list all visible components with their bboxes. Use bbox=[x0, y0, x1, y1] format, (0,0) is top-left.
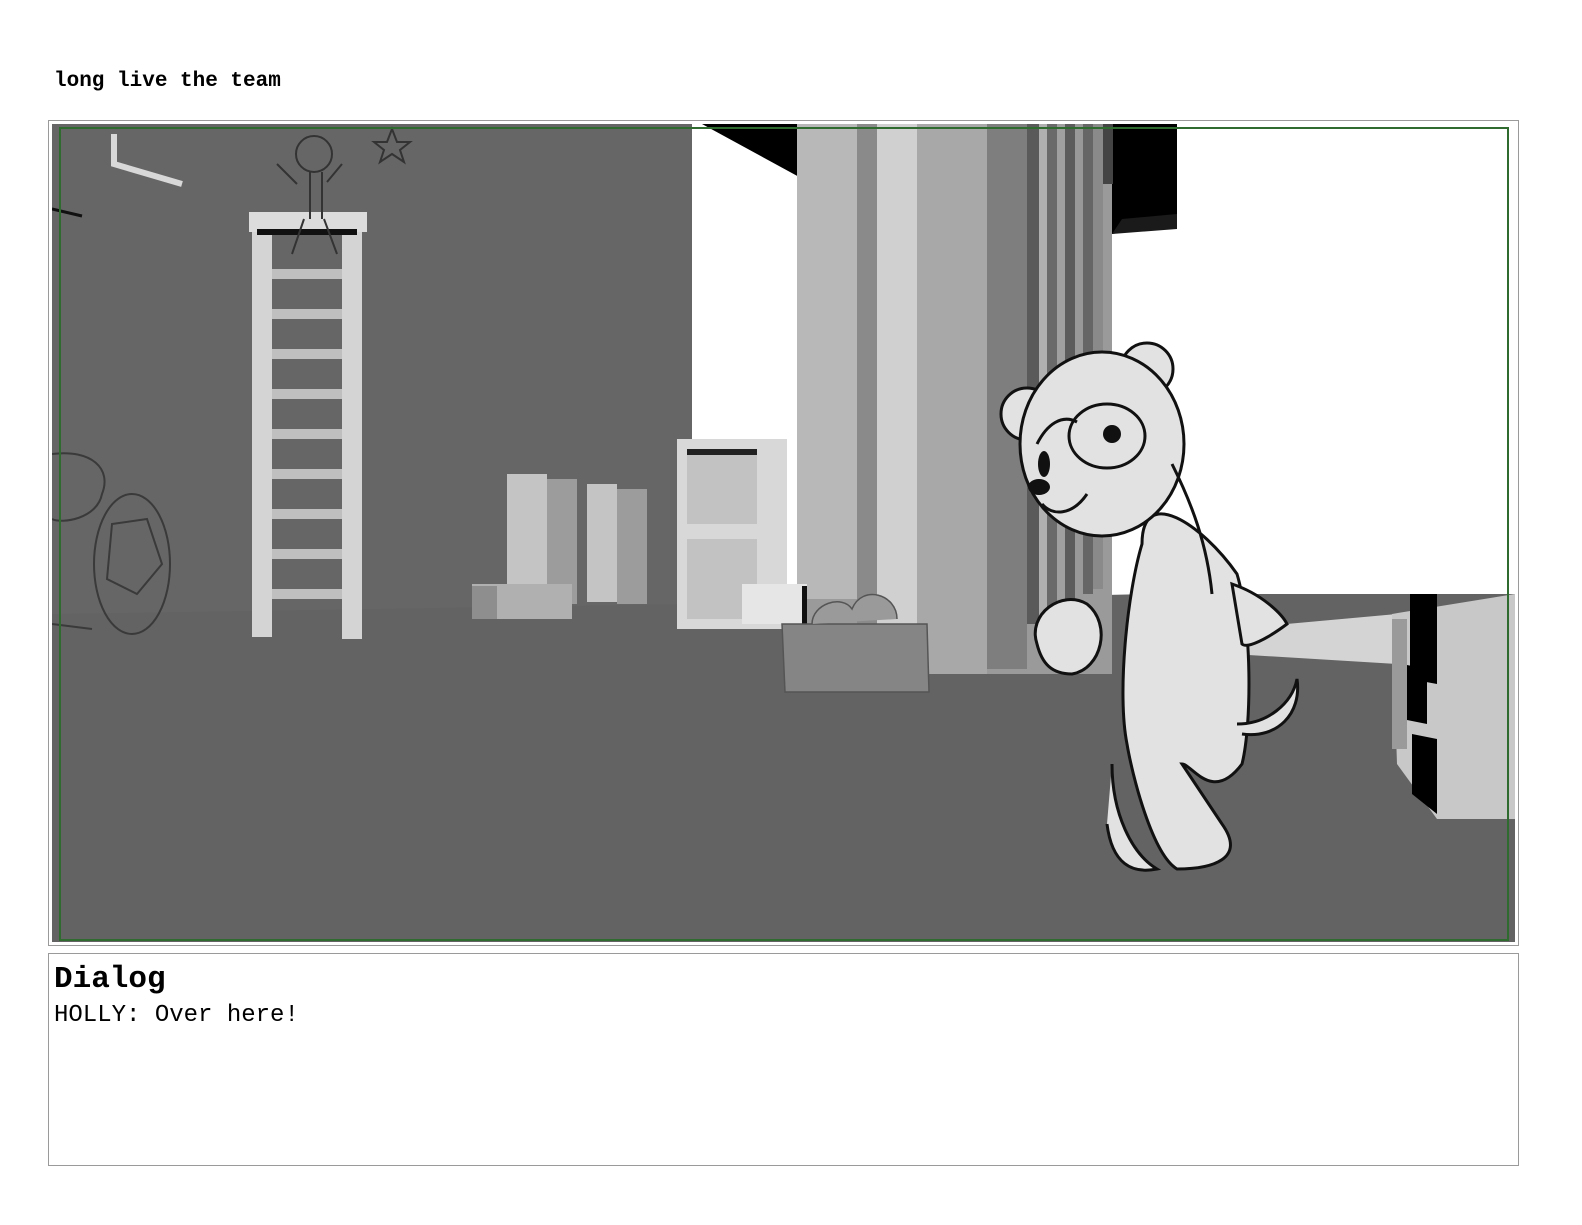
dialog-line: HOLLY: Over here! bbox=[54, 1002, 299, 1029]
dialog-box: Dialog HOLLY: Over here! bbox=[48, 953, 1519, 1166]
storyboard-panel bbox=[48, 120, 1519, 946]
panel-illustration bbox=[52, 124, 1515, 942]
dialog-heading: Dialog bbox=[54, 962, 166, 997]
board-title: long live the team bbox=[54, 70, 281, 93]
